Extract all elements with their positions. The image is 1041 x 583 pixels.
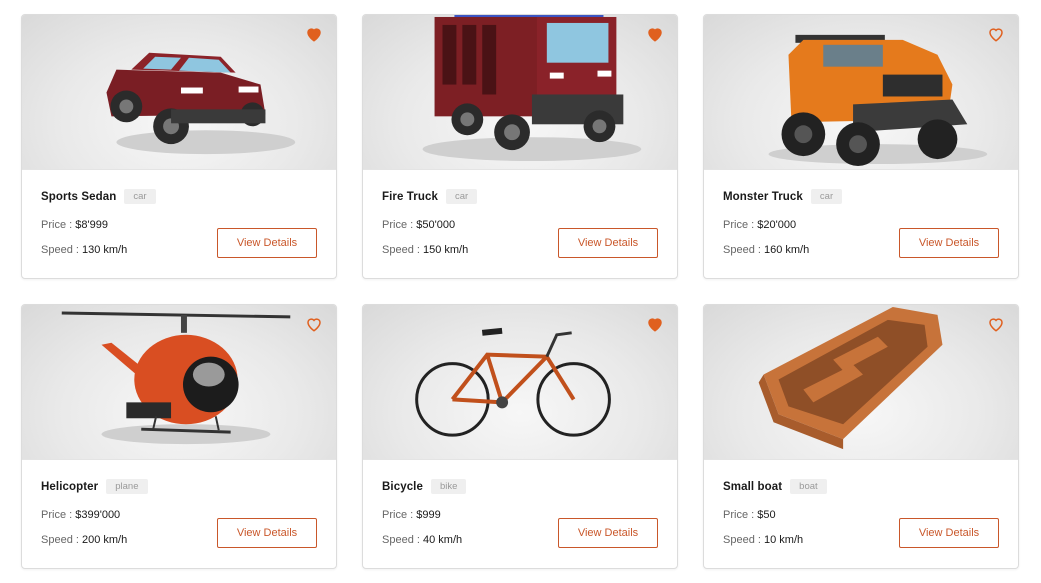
speed-value: 40 km/h bbox=[422, 534, 463, 546]
speed-value: 160 km/h bbox=[763, 244, 810, 256]
product-title-row: Fire Truck car bbox=[382, 189, 478, 204]
favorite-heart-outline-icon[interactable] bbox=[987, 315, 1005, 333]
price-label: Price : bbox=[41, 219, 73, 231]
product-image-helicopter bbox=[22, 305, 336, 460]
price-value: $50'000 bbox=[416, 219, 456, 231]
speed-label: Speed : bbox=[41, 534, 79, 546]
product-title: Small boat bbox=[723, 480, 783, 493]
favorite-heart-icon[interactable] bbox=[646, 25, 664, 43]
product-image-fire-truck bbox=[363, 15, 677, 170]
product-card: Monster Truck car Price : $20'000 Speed … bbox=[703, 14, 1019, 279]
product-title-row: Small boat boat bbox=[723, 479, 827, 494]
view-details-button[interactable]: View Details bbox=[217, 518, 317, 548]
product-title-row: Sports Sedan car bbox=[41, 189, 156, 204]
speed-line: Speed : 200 km/h bbox=[41, 534, 127, 546]
speed-line: Speed : 10 km/h bbox=[723, 534, 803, 546]
speed-label: Speed : bbox=[723, 534, 761, 546]
price-value: $399'000 bbox=[75, 509, 121, 521]
category-tag: plane bbox=[106, 479, 148, 494]
speed-value: 150 km/h bbox=[422, 244, 469, 256]
category-tag: bike bbox=[430, 479, 467, 494]
price-label: Price : bbox=[382, 509, 414, 521]
price-value: $20'000 bbox=[757, 219, 797, 231]
favorite-heart-icon[interactable] bbox=[305, 25, 323, 43]
product-card: Bicycle bike Price : $999 Speed : 40 km/… bbox=[362, 304, 678, 569]
product-card: Helicopter plane Price : $399'000 Speed … bbox=[21, 304, 337, 569]
category-tag: car bbox=[124, 189, 156, 204]
product-title-row: Monster Truck car bbox=[723, 189, 843, 204]
speed-label: Speed : bbox=[723, 244, 761, 256]
speed-line: Speed : 130 km/h bbox=[41, 244, 127, 256]
product-title-row: Helicopter plane bbox=[41, 479, 148, 494]
view-details-button[interactable]: View Details bbox=[558, 518, 658, 548]
price-line: Price : $999 bbox=[382, 509, 441, 521]
price-label: Price : bbox=[723, 219, 755, 231]
speed-line: Speed : 160 km/h bbox=[723, 244, 809, 256]
category-tag: car bbox=[810, 189, 843, 204]
favorite-heart-icon[interactable] bbox=[646, 315, 664, 333]
price-label: Price : bbox=[41, 509, 73, 521]
category-tag: boat bbox=[790, 479, 827, 494]
price-line: Price : $50 bbox=[723, 509, 776, 521]
speed-line: Speed : 150 km/h bbox=[382, 244, 468, 256]
view-details-button[interactable]: View Details bbox=[217, 228, 317, 258]
favorite-heart-outline-icon[interactable] bbox=[305, 315, 323, 333]
product-title: Monster Truck bbox=[723, 190, 803, 203]
price-line: Price : $8'999 bbox=[41, 219, 108, 231]
price-value: $999 bbox=[416, 509, 441, 521]
speed-value: 200 km/h bbox=[81, 534, 128, 546]
speed-label: Speed : bbox=[382, 244, 420, 256]
product-image-monster-truck bbox=[704, 15, 1018, 170]
product-title: Helicopter bbox=[41, 480, 99, 493]
price-value: $8'999 bbox=[75, 219, 108, 231]
product-card: Fire Truck car Price : $50'000 Speed : 1… bbox=[362, 14, 678, 279]
view-details-button[interactable]: View Details bbox=[558, 228, 658, 258]
speed-label: Speed : bbox=[382, 534, 420, 546]
product-title: Fire Truck bbox=[382, 190, 438, 203]
speed-label: Speed : bbox=[41, 244, 79, 256]
product-title: Bicycle bbox=[382, 480, 423, 493]
price-value: $50 bbox=[757, 509, 776, 521]
price-line: Price : $20'000 bbox=[723, 219, 796, 231]
product-card: Small boat boat Price : $50 Speed : 10 k… bbox=[703, 304, 1019, 569]
product-image-small-boat bbox=[704, 305, 1018, 460]
view-details-button[interactable]: View Details bbox=[899, 518, 999, 548]
price-label: Price : bbox=[382, 219, 414, 231]
category-tag: car bbox=[445, 189, 478, 204]
speed-value: 10 km/h bbox=[763, 534, 804, 546]
product-grid: Sports Sedan car Price : $8'999 Speed : … bbox=[21, 14, 1019, 569]
favorite-heart-outline-icon[interactable] bbox=[987, 25, 1005, 43]
view-details-button[interactable]: View Details bbox=[899, 228, 999, 258]
product-title: Sports Sedan bbox=[41, 190, 117, 203]
product-image-sports-sedan bbox=[22, 15, 336, 170]
price-label: Price : bbox=[723, 509, 755, 521]
product-card: Sports Sedan car Price : $8'999 Speed : … bbox=[21, 14, 337, 279]
product-title-row: Bicycle bike bbox=[382, 479, 467, 494]
speed-line: Speed : 40 km/h bbox=[382, 534, 462, 546]
price-line: Price : $50'000 bbox=[382, 219, 455, 231]
product-image-bicycle bbox=[363, 305, 677, 460]
speed-value: 130 km/h bbox=[81, 244, 128, 256]
price-line: Price : $399'000 bbox=[41, 509, 120, 521]
